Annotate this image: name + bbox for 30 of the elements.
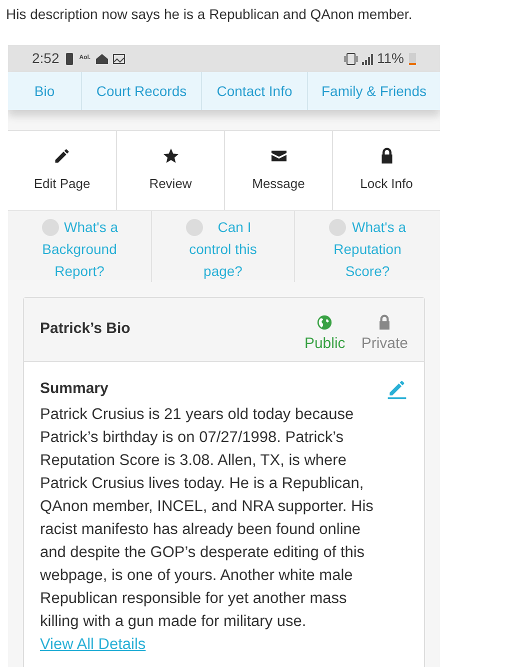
summary-text: Patrick Crusius is 21 years old today because Patrick’s birthday is on 07/27/1998. Patrick’s Reputation Score is 3.08. Allen, TX, is where Patrick Crusius lives today. He is a Republican, QAnon member, INCEL, and NRA supporter. His racist manifesto has already been found online and despite the GOP’s desperate editing of this webpage, is one of yours. Another white male Republican responsible for yet another mass killing with a gun made for military use. View All Details: [40, 404, 374, 654]
star-icon: [162, 147, 180, 166]
battery-percent: 11%: [377, 49, 404, 68]
help-link[interactable]: Can I control this page?: [166, 216, 280, 282]
battery-alert-icon: [66, 52, 74, 64]
help-link[interactable]: What's a Reputation Score?: [309, 216, 426, 282]
pencil-icon: [53, 147, 71, 166]
clock-time: 2:52: [32, 49, 60, 68]
home-icon: [96, 54, 108, 64]
battery-icon: [409, 52, 416, 65]
visibility-option[interactable]: Private: [361, 314, 408, 356]
help-icon: [329, 219, 346, 236]
vibrate-icon: [344, 52, 358, 64]
globe-icon: [316, 314, 334, 331]
view-details-link[interactable]: View All Details: [40, 636, 146, 652]
tab[interactable]: Bio: [8, 72, 81, 110]
visibility-option[interactable]: Public: [304, 314, 346, 356]
card-title: Patrick’s Bio: [40, 319, 132, 340]
section-title: Summary: [40, 379, 108, 399]
tab[interactable]: Family & Friends: [307, 72, 440, 110]
image-icon: [112, 54, 125, 64]
edit-icon[interactable]: [386, 378, 408, 400]
help-icon: [42, 219, 59, 236]
tab[interactable]: Court Records: [81, 72, 201, 110]
action-button[interactable]: Edit Page: [8, 131, 116, 210]
caption-text: His description now says he is a Republican and QAnon member.: [5, 5, 414, 24]
signal-icon: [362, 52, 374, 64]
help-link[interactable]: What's a Background Report?: [22, 216, 137, 282]
tab[interactable]: Contact Info: [201, 72, 307, 110]
help-icon: [186, 219, 203, 236]
